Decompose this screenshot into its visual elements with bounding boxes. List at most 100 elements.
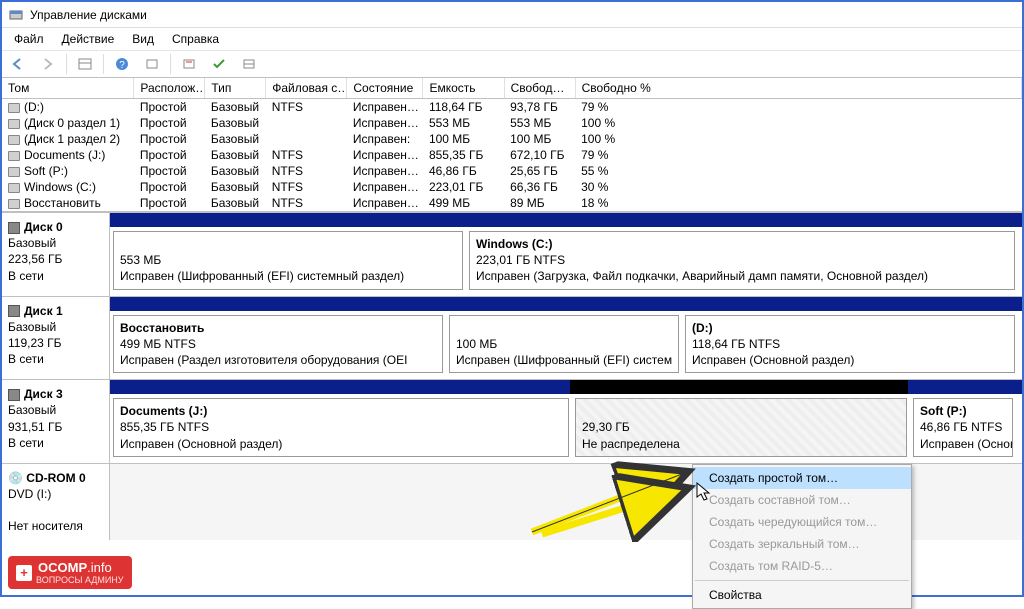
partition-title: Windows (C:) — [476, 236, 1008, 252]
toolbar: ? — [2, 50, 1022, 78]
disk-icon — [8, 305, 20, 317]
col-freepct[interactable]: Свободно % — [575, 78, 1021, 99]
partition-status: Исправен (Основной раздел) — [692, 352, 1008, 368]
menu-item: Создать том RAID-5… — [693, 555, 911, 577]
col-fs[interactable]: Файловая с… — [266, 78, 347, 99]
volume-table[interactable]: Том Располож… Тип Файловая с… Состояние … — [2, 78, 1022, 211]
partition-size: 118,64 ГБ NTFS — [692, 336, 1008, 352]
disk-bar — [110, 380, 1022, 394]
menu-help[interactable]: Справка — [164, 30, 227, 48]
settings-button[interactable] — [237, 53, 261, 75]
table-row[interactable]: (Диск 0 раздел 1)ПростойБазовыйИсправен…… — [2, 115, 1022, 131]
disk-row-1: Диск 1 Базовый 119,23 ГБ В сети Восстано… — [2, 296, 1022, 380]
context-menu: Создать простой том…Создать составной то… — [692, 464, 912, 609]
forward-button[interactable] — [36, 53, 60, 75]
menu-item[interactable]: Создать простой том… — [693, 467, 911, 489]
disk-type: Базовый — [8, 320, 56, 334]
disk-icon — [8, 222, 20, 234]
col-capacity[interactable]: Емкость — [423, 78, 504, 99]
disk-status: В сети — [8, 436, 44, 450]
partition[interactable]: 100 МБИсправен (Шифрованный (EFI) систем — [449, 315, 679, 374]
disk-label-cdrom[interactable]: 💿 CD-ROM 0 DVD (I:) Нет носителя — [2, 464, 110, 541]
col-layout[interactable]: Располож… — [134, 78, 205, 99]
disk-bar — [110, 213, 1022, 227]
disk-label-3[interactable]: Диск 3 Базовый 931,51 ГБ В сети — [2, 380, 110, 463]
view-list-button[interactable] — [73, 53, 97, 75]
help-button[interactable]: ? — [110, 53, 134, 75]
disk-name: CD-ROM 0 — [26, 471, 85, 485]
window-title: Управление дисками — [30, 8, 147, 22]
disk-label-1[interactable]: Диск 1 Базовый 119,23 ГБ В сети — [2, 297, 110, 380]
table-row[interactable]: Documents (J:)ПростойБазовыйNTFSИсправен… — [2, 147, 1022, 163]
partition-size: 100 МБ — [456, 336, 672, 352]
partition-title: Documents (J:) — [120, 403, 562, 419]
watermark-suffix: .info — [87, 560, 112, 575]
partition[interactable]: Documents (J:)855,35 ГБ NTFSИсправен (Ос… — [113, 398, 569, 457]
partition-size: 553 МБ — [120, 252, 456, 268]
cdrom-icon: 💿 — [8, 471, 23, 485]
checkmark-button[interactable] — [207, 53, 231, 75]
table-row[interactable]: Windows (C:)ПростойБазовыйNTFSИсправен…2… — [2, 179, 1022, 195]
back-button[interactable] — [6, 53, 30, 75]
disk-row-3: Диск 3 Базовый 931,51 ГБ В сети Document… — [2, 379, 1022, 463]
table-row[interactable]: ВосстановитьПростойБазовыйNTFSИсправен…4… — [2, 195, 1022, 211]
drive-icon — [8, 167, 20, 177]
menu-action[interactable]: Действие — [54, 30, 123, 48]
partition-status: Исправен (Шифрованный (EFI) систем — [456, 352, 672, 368]
partition[interactable]: Windows (C:)223,01 ГБ NTFSИсправен (Загр… — [469, 231, 1015, 290]
partition-status: Не распределена — [582, 436, 900, 452]
disk-bar — [110, 297, 1022, 311]
table-row[interactable]: (Диск 1 раздел 2)ПростойБазовыйИсправен:… — [2, 131, 1022, 147]
titlebar: Управление дисками — [2, 2, 1022, 28]
partition[interactable]: Восстановить499 МБ NTFSИсправен (Раздел … — [113, 315, 443, 374]
table-header-row: Том Располож… Тип Файловая с… Состояние … — [2, 78, 1022, 99]
partition-status: Исправен (Загрузка, Файл подкачки, Авари… — [476, 268, 1008, 284]
partition-size: 223,01 ГБ NTFS — [476, 252, 1008, 268]
properties-button[interactable] — [140, 53, 164, 75]
toolbar-separator — [103, 54, 104, 74]
partition-size: 29,30 ГБ — [582, 419, 900, 435]
partition[interactable]: Soft (P:)46,86 ГБ NTFSИсправен (Основной — [913, 398, 1013, 457]
toolbar-separator — [66, 54, 67, 74]
partition[interactable]: 29,30 ГБНе распределена — [575, 398, 907, 457]
partition-status: Исправен (Раздел изготовителя оборудован… — [120, 352, 436, 368]
menu-item: Создать чередующийся том… — [693, 511, 911, 533]
menubar: Файл Действие Вид Справка — [2, 28, 1022, 50]
watermark-main: OCOMP — [38, 560, 87, 575]
disk-type: Базовый — [8, 236, 56, 250]
watermark-badge: + OCOMP.info ВОПРОСЫ АДМИНУ — [8, 556, 132, 589]
disk-name: Диск 3 — [24, 387, 63, 401]
partition-title: Восстановить — [120, 320, 436, 336]
disk-size: 119,23 ГБ — [8, 336, 62, 350]
drive-icon — [8, 119, 20, 129]
col-volume[interactable]: Том — [2, 78, 134, 99]
drive-icon — [8, 103, 20, 113]
partition-title: (D:) — [692, 320, 1008, 336]
menu-view[interactable]: Вид — [124, 30, 162, 48]
menu-properties[interactable]: Свойства — [693, 584, 911, 606]
partition-title: Soft (P:) — [920, 403, 1006, 419]
refresh-button[interactable] — [177, 53, 201, 75]
disk-status: Нет носителя — [8, 519, 83, 533]
menu-separator — [695, 580, 909, 581]
menu-file[interactable]: Файл — [6, 30, 52, 48]
disk-size: 223,56 ГБ — [8, 252, 62, 266]
col-state[interactable]: Состояние — [347, 78, 423, 99]
partition-status: Исправен (Основной раздел) — [120, 436, 562, 452]
volume-list: Том Располож… Тип Файловая с… Состояние … — [2, 78, 1022, 212]
disk-row-0: Диск 0 Базовый 223,56 ГБ В сети 553 МБИс… — [2, 212, 1022, 296]
drive-icon — [8, 135, 20, 145]
disk-label-0[interactable]: Диск 0 Базовый 223,56 ГБ В сети — [2, 213, 110, 296]
partition[interactable]: 553 МБИсправен (Шифрованный (EFI) систем… — [113, 231, 463, 290]
table-row[interactable]: (D:)ПростойБазовыйNTFSИсправен…118,64 ГБ… — [2, 99, 1022, 116]
partition[interactable]: (D:)118,64 ГБ NTFSИсправен (Основной раз… — [685, 315, 1015, 374]
partition-size: 499 МБ NTFS — [120, 336, 436, 352]
col-free[interactable]: Свобод… — [504, 78, 575, 99]
disk-size: 931,51 ГБ — [8, 420, 62, 434]
table-row[interactable]: Soft (P:)ПростойБазовыйNTFSИсправен…46,8… — [2, 163, 1022, 179]
disk-status: В сети — [8, 269, 44, 283]
disk-type: Базовый — [8, 403, 56, 417]
col-type[interactable]: Тип — [205, 78, 266, 99]
toolbar-separator — [170, 54, 171, 74]
disk-icon — [8, 389, 20, 401]
